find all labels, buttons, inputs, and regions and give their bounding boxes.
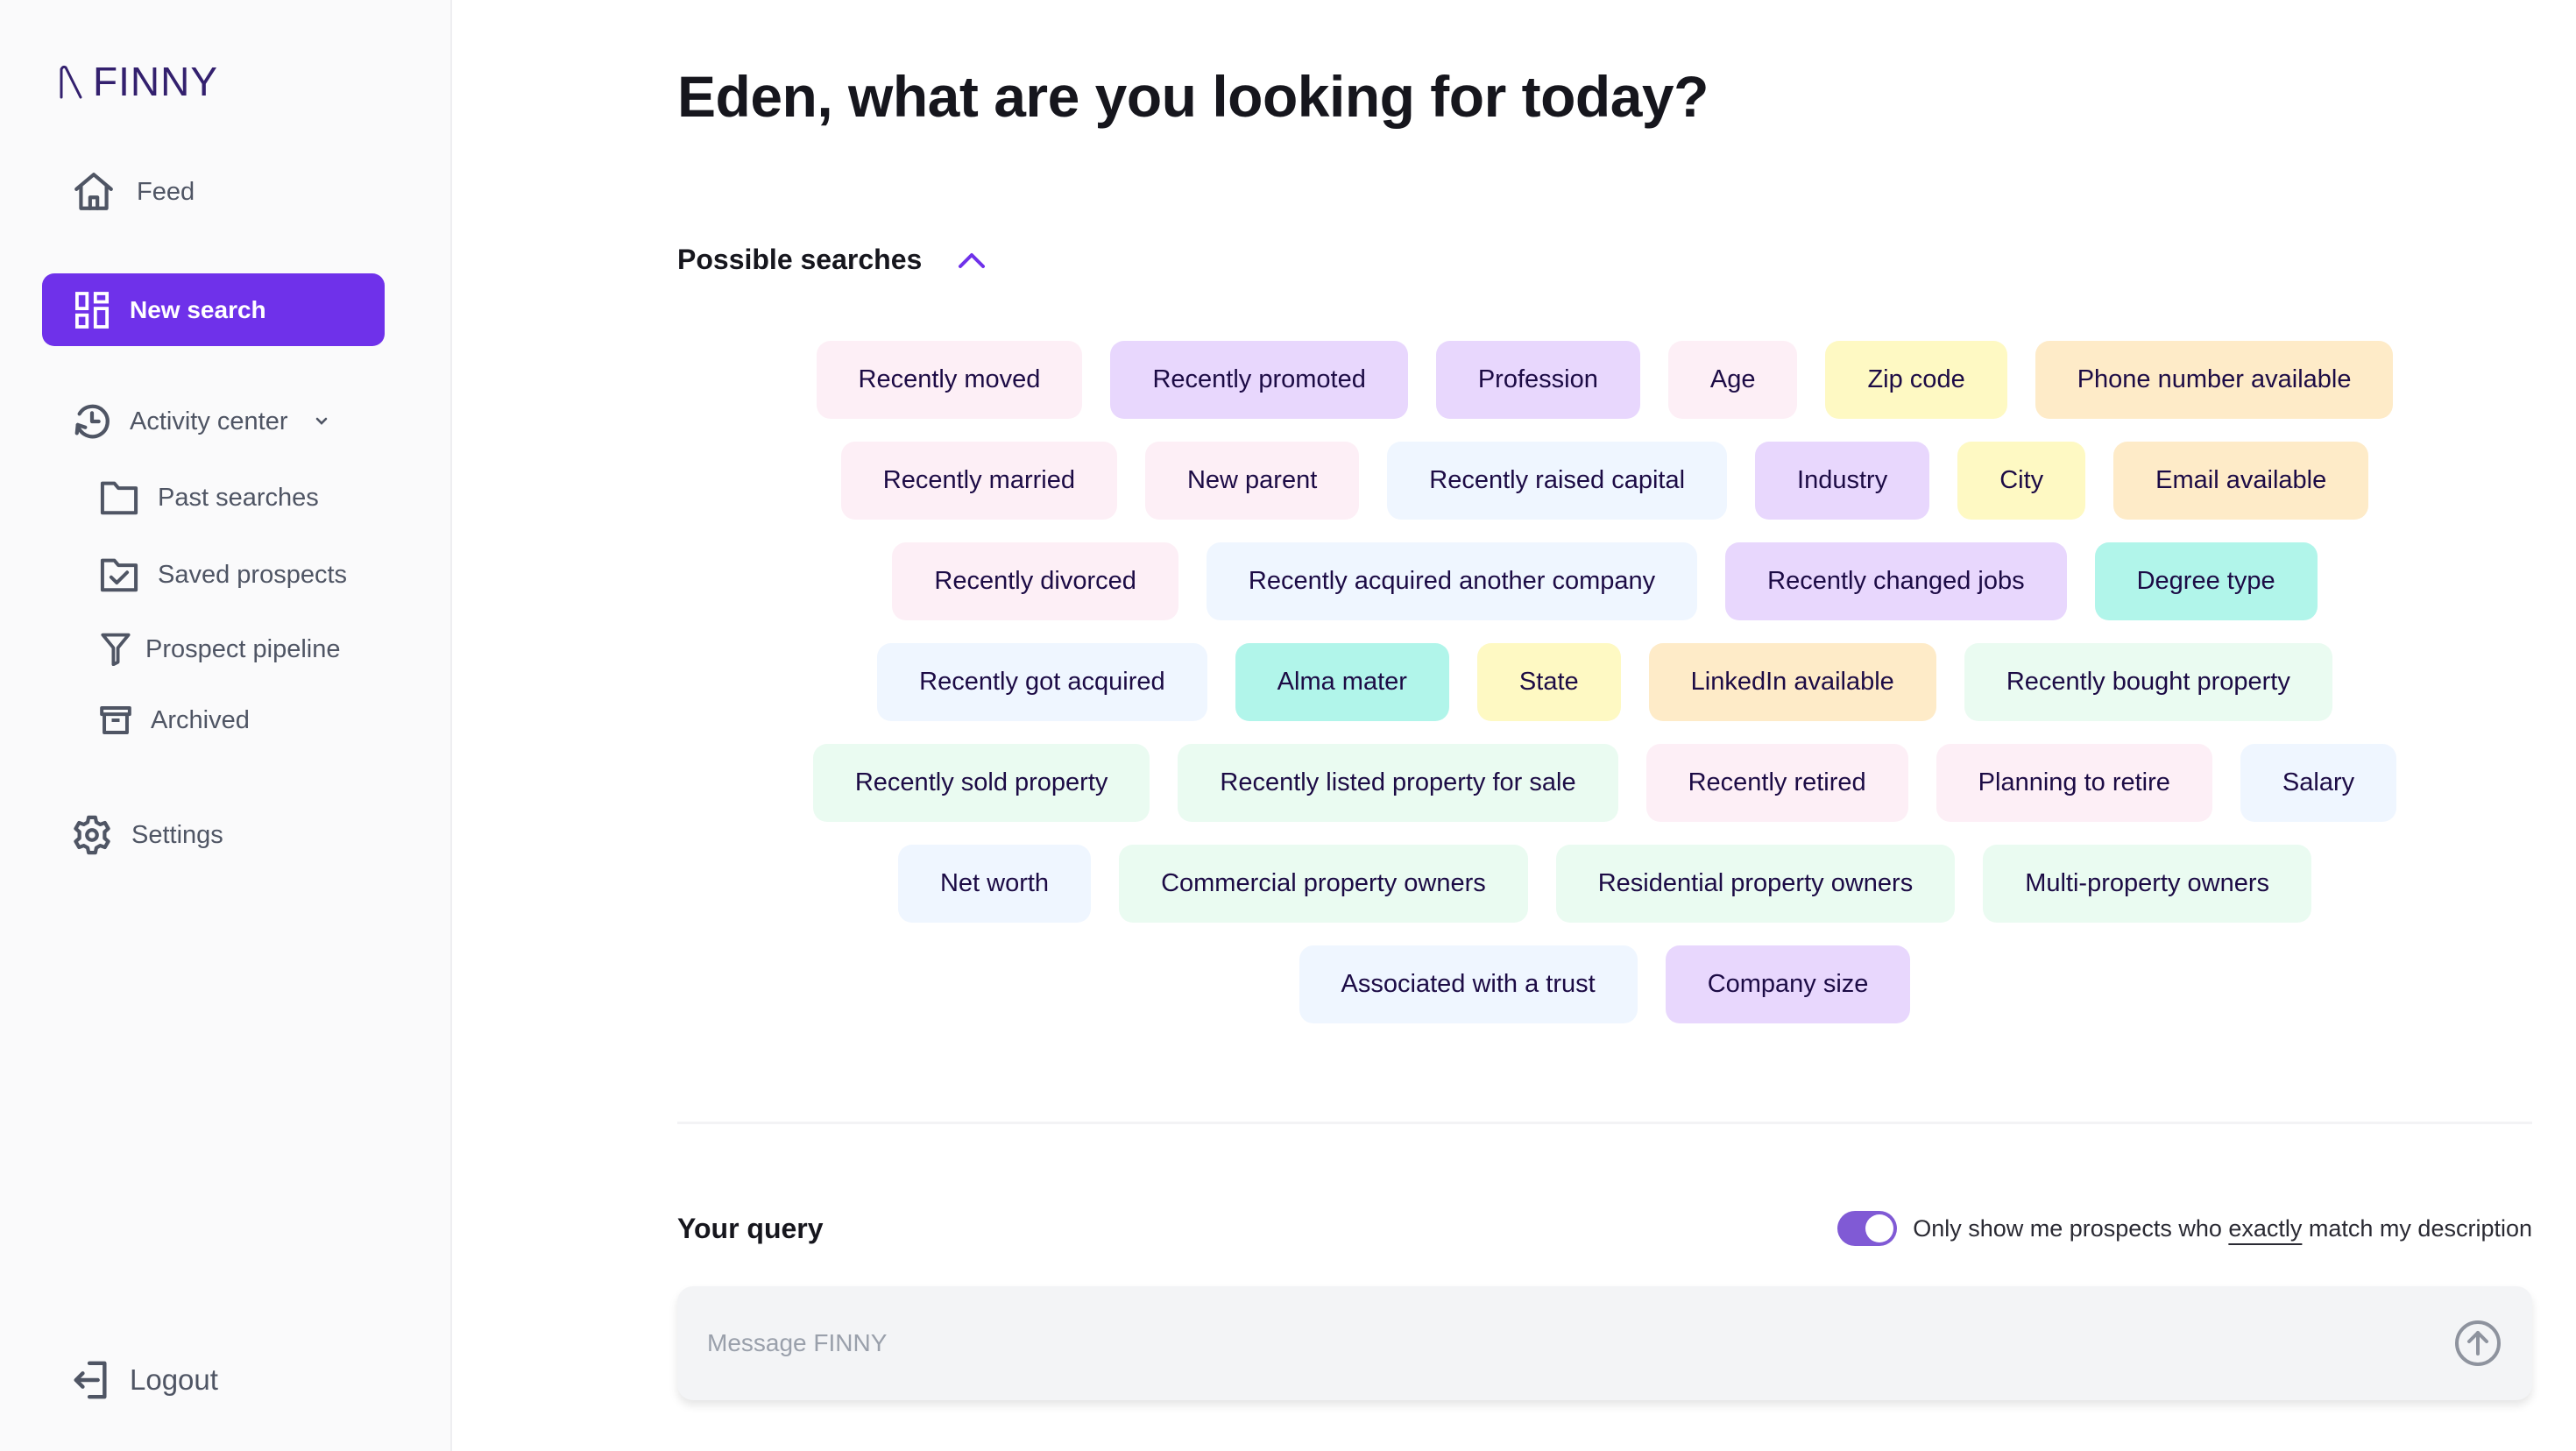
sidebar-item-past-searches[interactable]: Past searches xyxy=(100,480,319,515)
sidebar-item-feed[interactable]: Feed xyxy=(72,170,195,214)
dashboard-icon xyxy=(75,291,109,329)
search-chip[interactable]: Degree type xyxy=(2094,542,2318,620)
sidebar-item-label: Saved prospects xyxy=(158,560,348,589)
arrow-up-circle-icon[interactable] xyxy=(2453,1319,2502,1368)
search-chip[interactable]: Zip code xyxy=(1825,341,2007,419)
funnel-icon xyxy=(101,633,131,666)
search-chip[interactable]: Email available xyxy=(2113,442,2369,520)
search-chip[interactable]: Age xyxy=(1667,341,1798,419)
search-chip[interactable]: Company size xyxy=(1665,945,1911,1023)
sidebar-item-label: Feed xyxy=(137,177,195,206)
finny-logo-mark-icon xyxy=(60,65,82,99)
search-chip[interactable]: Recently married xyxy=(840,442,1117,520)
logout-button[interactable]: Logout xyxy=(72,1360,218,1400)
search-chip[interactable]: Associated with a trust xyxy=(1299,945,1638,1023)
search-chip[interactable]: Residential property owners xyxy=(1555,845,1956,923)
sidebar-item-label: Archived xyxy=(151,705,250,734)
sidebar-item-settings[interactable]: Settings xyxy=(72,815,223,855)
sidebar-item-saved-prospects[interactable]: Saved prospects xyxy=(100,557,347,592)
search-chip[interactable]: City xyxy=(1957,442,2086,520)
exact-match-toggle[interactable] xyxy=(1837,1211,1898,1246)
chip-row: Recently got acquired Alma mater State Link… xyxy=(877,643,2332,721)
new-search-button[interactable]: New search xyxy=(42,273,385,346)
logo-text: FINNY xyxy=(93,59,218,104)
query-input-box xyxy=(677,1286,2532,1400)
search-chip[interactable]: Phone number available xyxy=(2035,341,2394,419)
your-query-heading: Your query xyxy=(677,1213,824,1244)
chip-row: Recently married New parent Recently raise… xyxy=(840,442,2369,520)
search-chip[interactable]: Recently divorced xyxy=(892,542,1178,620)
logout-label: Logout xyxy=(130,1363,218,1396)
search-chip[interactable]: Recently raised capital xyxy=(1387,442,1728,520)
gear-icon xyxy=(74,815,110,855)
possible-searches-heading: Possible searches xyxy=(677,244,923,275)
logout-icon xyxy=(74,1361,107,1399)
search-chip[interactable]: Recently acquired another company xyxy=(1206,542,1698,620)
search-chip[interactable]: State xyxy=(1476,643,1621,721)
sidebar-item-label: Settings xyxy=(131,820,223,849)
sidebar-item-label: Prospect pipeline xyxy=(145,634,341,663)
search-chip[interactable]: LinkedIn available xyxy=(1648,643,1936,721)
label-text: match my description xyxy=(2302,1214,2532,1242)
section-divider xyxy=(677,1122,2532,1124)
exact-match-toggle-row: Only show me prospects who exactly match… xyxy=(1837,1211,2532,1246)
chip-row: Associated with a trust Company size xyxy=(1299,945,1911,1023)
message-input[interactable] xyxy=(707,1329,2453,1357)
sidebar-item-label: Past searches xyxy=(158,483,319,512)
finny-logo[interactable]: FINNY xyxy=(58,58,218,105)
possible-searches-header: Possible searches xyxy=(677,244,987,276)
possible-searches-chips: Recently moved Recently promoted Professio… xyxy=(677,341,2532,1023)
search-chip[interactable]: Commercial property owners xyxy=(1119,845,1528,923)
search-chip[interactable]: Net worth xyxy=(897,845,1092,923)
chip-row: Net worth Commercial property owners Resid… xyxy=(897,845,2312,923)
chevron-up-icon xyxy=(959,252,986,268)
label-text: Only show me prospects who xyxy=(1913,1214,2229,1242)
search-chip[interactable]: Profession xyxy=(1435,341,1640,419)
exact-emphasis: exactly xyxy=(2228,1214,2303,1242)
search-chip[interactable]: Recently promoted xyxy=(1110,341,1408,419)
search-chip[interactable]: Recently changed jobs xyxy=(1725,542,2067,620)
search-chip[interactable]: Recently bought property xyxy=(1964,643,2332,721)
home-icon xyxy=(74,173,113,210)
search-chip[interactable]: Recently listed property for sale xyxy=(1178,744,1618,822)
search-chip[interactable]: Salary xyxy=(2240,744,2397,822)
search-chip[interactable]: Planning to retire xyxy=(1936,744,2212,822)
main-content: Eden, what are you looking for today? Po… xyxy=(452,0,2576,1451)
folder-check-icon xyxy=(100,558,138,592)
sidebar-item-label: Activity center xyxy=(130,407,288,435)
chip-row: Recently divorced Recently acquired anoth… xyxy=(892,542,2318,620)
toggle-knob xyxy=(1865,1214,1894,1242)
archive-icon xyxy=(100,705,131,735)
search-chip[interactable]: Industry xyxy=(1755,442,1930,520)
chip-row: Recently sold property Recently listed pr… xyxy=(812,744,2397,822)
search-chip[interactable]: Recently sold property xyxy=(812,744,1150,822)
search-chip[interactable]: Recently got acquired xyxy=(877,643,1207,721)
search-chip[interactable]: Alma mater xyxy=(1235,643,1449,721)
new-search-label: New search xyxy=(130,295,266,323)
search-chip[interactable]: Multi-property owners xyxy=(1983,845,2312,923)
sidebar-item-prospect-pipeline[interactable]: Prospect pipeline xyxy=(100,633,340,666)
search-chip[interactable]: New parent xyxy=(1144,442,1360,520)
chip-row: Recently moved Recently promoted Professio… xyxy=(816,341,2394,419)
sidebar-item-activity-center[interactable]: Activity center xyxy=(72,401,330,442)
history-icon xyxy=(74,404,110,439)
chevron-down-icon[interactable] xyxy=(313,415,330,428)
search-chip[interactable]: Recently retired xyxy=(1645,744,1908,822)
search-chip[interactable]: Recently moved xyxy=(816,341,1083,419)
sidebar: FINNY Feed New search Activity center Pa… xyxy=(0,0,452,1451)
exact-match-label: Only show me prospects who exactly match… xyxy=(1913,1215,2532,1242)
collapse-possible-searches-button[interactable] xyxy=(957,251,987,270)
page-title: Eden, what are you looking for today? xyxy=(677,64,1709,129)
folder-icon xyxy=(100,481,138,515)
sidebar-item-archived[interactable]: Archived xyxy=(100,705,250,735)
